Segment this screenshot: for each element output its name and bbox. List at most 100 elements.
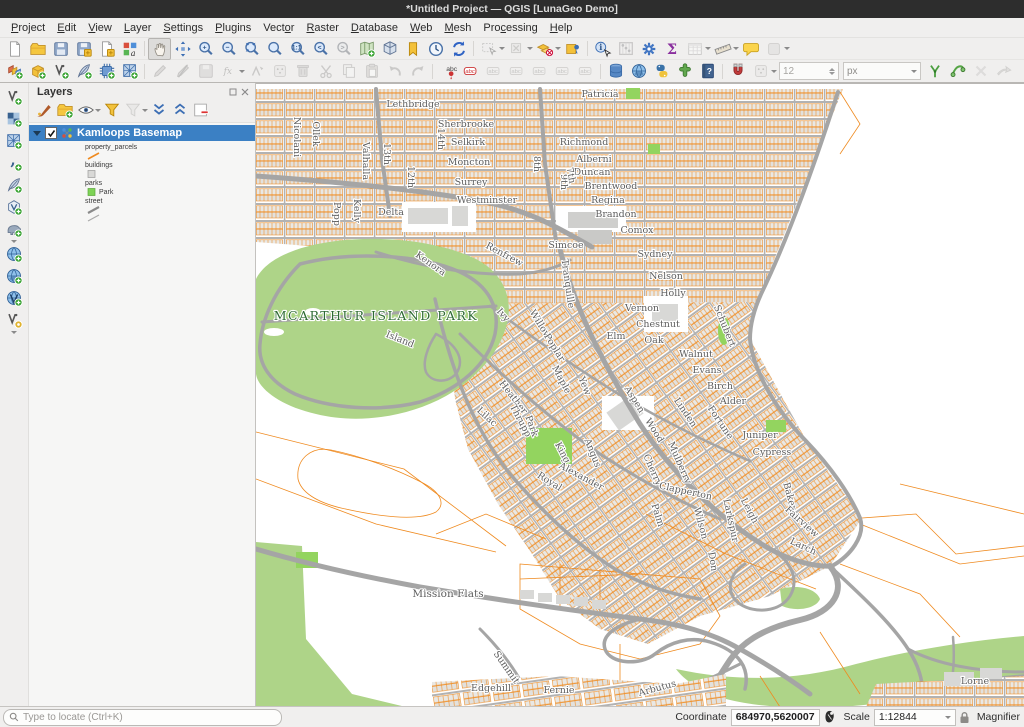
select-features-button[interactable] [477, 38, 500, 60]
enable-snapping-button[interactable] [726, 60, 749, 82]
menu-mesh[interactable]: Mesh [438, 20, 477, 36]
layer-row-kamloops-basemap[interactable]: Kamloops Basemap [29, 125, 255, 141]
menu-database[interactable]: Database [345, 20, 404, 36]
identify-features-button[interactable]: i [591, 38, 614, 60]
panel-close-icon[interactable] [241, 88, 249, 96]
new-3d-map-view-button[interactable] [378, 38, 401, 60]
show-bookmarks-button[interactable] [401, 38, 424, 60]
add-geopackage-layer-button[interactable] [3, 196, 26, 218]
filter-by-expression-button[interactable] [122, 100, 143, 120]
python-console-button[interactable] [650, 60, 673, 82]
zoom-last-button[interactable]: < [309, 38, 332, 60]
add-raster-layer-button[interactable] [3, 108, 26, 130]
new-mesh-layer-button[interactable] [95, 60, 118, 82]
cut-features-button[interactable] [314, 60, 337, 82]
plugin-manager-button[interactable] [673, 60, 696, 82]
add-group-button[interactable] [54, 100, 75, 120]
show-statistical-summary-button[interactable]: Σ [660, 38, 683, 60]
panel-float-icon[interactable] [229, 88, 237, 96]
metasearch-button[interactable] [627, 60, 650, 82]
snapping-tolerance-spinner[interactable]: 12 [779, 62, 839, 80]
save-layer-edits-button[interactable] [194, 60, 217, 82]
expand-arrow-icon[interactable] [33, 131, 41, 136]
pin-unpin-labels-button[interactable]: abc [505, 60, 528, 82]
run-feature-action-button[interactable] [614, 38, 637, 60]
add-scratch-layer-button[interactable] [3, 174, 26, 196]
save-project-button[interactable] [49, 38, 72, 60]
temporal-controller-button[interactable] [424, 38, 447, 60]
map-canvas[interactable]: LethbridgeSherbrookeSelkirkMonctonSurrey… [256, 83, 1024, 706]
change-label-properties-button[interactable]: abc [574, 60, 597, 82]
menu-edit[interactable]: Edit [51, 20, 82, 36]
select-by-value-button[interactable] [533, 38, 556, 60]
digitize-with-curve-button[interactable]: fx [217, 60, 240, 82]
new-virtual-layer-button[interactable] [118, 60, 141, 82]
filter-legend-button[interactable] [101, 100, 122, 120]
menu-help[interactable]: Help [544, 20, 579, 36]
processing-toolbox-button[interactable] [637, 38, 660, 60]
legend-symbol[interactable]: Park [87, 188, 255, 196]
highlight-pinned-labels-button[interactable]: abc [482, 60, 505, 82]
legend-symbol[interactable] [87, 206, 255, 214]
new-map-view-button[interactable] [355, 38, 378, 60]
pan-map-button[interactable] [148, 38, 171, 60]
disabled-pointer-button[interactable] [992, 60, 1015, 82]
vertex-tool-button[interactable] [268, 60, 291, 82]
map-tips-button[interactable] [739, 38, 762, 60]
zoom-out-button[interactable]: − [217, 38, 240, 60]
redo-button[interactable] [406, 60, 429, 82]
menu-vector[interactable]: Vector [257, 20, 300, 36]
layer-tree[interactable]: Kamloops Basemap property_parcelsbuildin… [29, 122, 255, 706]
measure-line-button[interactable] [711, 38, 734, 60]
new-shapefile-layer-button[interactable] [49, 60, 72, 82]
lock-scale-icon[interactable] [959, 711, 970, 724]
snapping-units-combo[interactable]: px [843, 62, 921, 80]
zoom-to-selection-button[interactable] [263, 38, 286, 60]
add-wms-layer-button[interactable] [3, 265, 26, 287]
legend-class-buildings[interactable]: buildings [85, 162, 255, 170]
layer-diagram-button[interactable]: abc [459, 60, 482, 82]
new-project-button[interactable] [3, 38, 26, 60]
open-project-button[interactable] [26, 38, 49, 60]
add-spatialite-layer-button[interactable] [3, 243, 26, 265]
legend-symbol[interactable] [87, 152, 255, 160]
db-manager-button[interactable] [604, 60, 627, 82]
add-vector-layer-button[interactable] [3, 86, 26, 108]
add-postgis-layer-button[interactable] [3, 218, 26, 240]
layer-checkbox[interactable] [45, 127, 57, 139]
zoom-to-native-button[interactable]: 1:1 [286, 38, 309, 60]
legend-symbol[interactable] [87, 214, 255, 222]
menu-web[interactable]: Web [404, 20, 438, 36]
current-edits-button[interactable] [148, 60, 171, 82]
refresh-map-button[interactable] [447, 38, 470, 60]
legend-symbol[interactable] [87, 170, 255, 178]
toggle-editing-button[interactable] [171, 60, 194, 82]
new-geopackage-layer-button[interactable] [26, 60, 49, 82]
extents-toggle-icon[interactable] [823, 710, 837, 724]
annotations-button[interactable] [762, 38, 785, 60]
layer-labeling-button[interactable]: abc [436, 60, 459, 82]
select-by-location-button[interactable] [561, 38, 584, 60]
menu-processing[interactable]: Processing [477, 20, 543, 36]
snapping-type-button[interactable] [749, 60, 772, 82]
add-wcs-layer-button[interactable] [3, 287, 26, 309]
zoom-next-button[interactable]: > [332, 38, 355, 60]
data-source-manager-button[interactable] [3, 60, 26, 82]
manage-map-themes-button[interactable] [75, 100, 96, 120]
topological-editing-button[interactable] [923, 60, 946, 82]
add-mesh-layer-button[interactable] [3, 130, 26, 152]
move-label-button[interactable]: abc [551, 60, 574, 82]
add-virtual-layer-dropdown-icon[interactable] [11, 331, 17, 334]
menu-plugins[interactable]: Plugins [209, 20, 257, 36]
open-layer-styling-button[interactable] [33, 100, 54, 120]
save-project-as-button[interactable] [72, 38, 95, 60]
new-temporary-scratch-layer-button[interactable] [72, 60, 95, 82]
legend-class-property_parcels[interactable]: property_parcels [85, 144, 255, 152]
style-manager-button[interactable]: a [118, 38, 141, 60]
legend-class-parks[interactable]: parks [85, 180, 255, 188]
undo-button[interactable] [383, 60, 406, 82]
menu-view[interactable]: View [82, 20, 118, 36]
enable-tracing-button[interactable] [946, 60, 969, 82]
help-contents-button[interactable]: ? [696, 60, 719, 82]
menu-raster[interactable]: Raster [300, 20, 344, 36]
